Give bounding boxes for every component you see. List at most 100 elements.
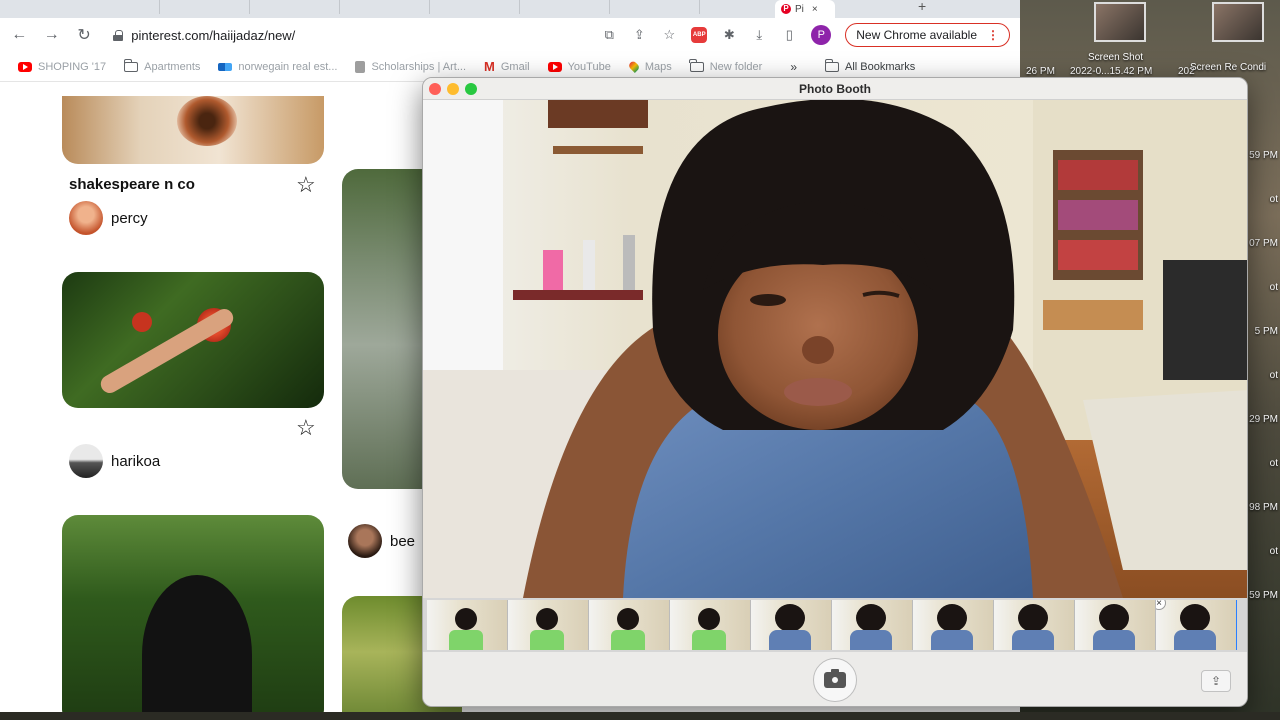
bookmark-star-icon[interactable]: ☆: [661, 27, 677, 43]
window-title: Photo Booth: [799, 81, 871, 96]
bookmark-label: Gmail: [500, 60, 530, 73]
desktop-file-label: ot: [1269, 282, 1278, 293]
bookmark-label: norwegain real est...: [238, 60, 338, 73]
desktop-file-label: ot: [1269, 194, 1278, 205]
blue-bookmark-icon: [218, 62, 233, 71]
photo-booth-window: Photo Booth × ⇪: [422, 77, 1248, 707]
download-icon[interactable]: ⤓: [751, 27, 767, 43]
pin-username: bee: [390, 532, 416, 550]
pinterest-icon: P: [781, 4, 791, 14]
bookmark-icon: [355, 60, 366, 73]
photo-thumbnail[interactable]: [427, 600, 508, 650]
desktop-file-label: ot: [1269, 458, 1278, 469]
photo-thumbnail[interactable]: [508, 600, 589, 650]
bookmark-label: Apartments: [144, 60, 201, 73]
desktop-file-label: 5 PM: [1254, 326, 1278, 337]
photo-thumbnail[interactable]: [994, 600, 1075, 650]
adblock-icon[interactable]: ABP: [691, 27, 708, 43]
photo-thumbnail[interactable]: [670, 600, 751, 650]
bookmark-label: All Bookmarks: [845, 60, 916, 73]
kebab-menu-icon[interactable]: ⋮: [987, 28, 999, 42]
pin-image[interactable]: [62, 515, 324, 712]
bookmark-label: Scholarships | Art...: [371, 60, 467, 73]
photo-thumbnail[interactable]: [832, 600, 913, 650]
photo-booth-controls: ⇪: [423, 652, 1247, 706]
bookmark-label: Maps: [644, 60, 672, 73]
forward-arrow-icon[interactable]: →: [42, 26, 60, 44]
desktop-file-label: 29 PM: [1249, 414, 1278, 425]
desktop-file-thumbnail[interactable]: [1094, 2, 1146, 42]
tab-pinterest[interactable]: P Pi ×: [775, 0, 835, 18]
camera-preview: [423, 100, 1247, 598]
install-app-icon[interactable]: ⧉: [601, 27, 617, 43]
address-bar[interactable]: pinterest.com/haiijadaz/new/: [107, 22, 587, 48]
extensions-icon[interactable]: ✱: [721, 27, 737, 43]
desktop-file-thumbnail[interactable]: [1212, 2, 1264, 42]
pin-user[interactable]: bee: [348, 524, 415, 558]
browser-tab[interactable]: [160, 0, 250, 14]
gmail-icon: M: [484, 59, 495, 74]
pin-user[interactable]: percy: [69, 201, 148, 235]
minimize-window-button[interactable]: [447, 83, 459, 95]
star-icon[interactable]: ☆: [296, 415, 316, 441]
photo-thumbnail[interactable]: [751, 600, 832, 650]
desktop-file-label: Screen Shot: [1088, 52, 1144, 63]
share-icon: ⇪: [1210, 674, 1222, 688]
browser-tab[interactable]: [340, 0, 430, 14]
avatar: [348, 524, 382, 558]
close-icon[interactable]: ×: [812, 4, 818, 15]
all-bookmarks-button[interactable]: All Bookmarks: [824, 58, 916, 73]
new-tab-button[interactable]: +: [918, 0, 926, 13]
take-photo-button[interactable]: [813, 658, 857, 702]
bookmark-item[interactable]: Scholarships | Art...: [355, 60, 467, 73]
pin-image[interactable]: [62, 272, 324, 408]
share-icon[interactable]: ⇪: [631, 27, 647, 43]
desktop-file-label: ot: [1269, 546, 1278, 557]
bookmark-item[interactable]: SHOPING '17: [18, 61, 106, 73]
back-arrow-icon[interactable]: ←: [10, 26, 28, 44]
lock-icon[interactable]: [113, 29, 124, 41]
update-label: New Chrome available: [856, 28, 977, 42]
photo-thumbnail-selected[interactable]: ×: [1156, 600, 1237, 650]
bookmark-item[interactable]: Maps: [627, 59, 672, 74]
desktop-file-label: ot: [1269, 370, 1278, 381]
browser-tab[interactable]: [70, 0, 160, 14]
bookmark-item[interactable]: YouTube: [547, 61, 611, 73]
dock-edge: [0, 712, 1280, 720]
bookmarks-overflow-button[interactable]: »: [790, 60, 797, 74]
desktop-file-label: Screen Re Condi: [1190, 62, 1267, 73]
bookmark-item[interactable]: norwegain real est...: [218, 61, 337, 73]
desktop-file-label: 2022-0...15.42 PM: [1070, 66, 1153, 77]
bookmark-label: SHOPING '17: [38, 60, 107, 73]
pin-image-detail: [142, 575, 252, 712]
bookmark-item[interactable]: New folder: [689, 58, 763, 73]
maximize-window-button[interactable]: [465, 83, 477, 95]
browser-tab[interactable]: [610, 0, 700, 14]
bookmark-label: New folder: [709, 60, 763, 73]
browser-tab[interactable]: [430, 0, 520, 14]
desktop-file-label: 59 PM: [1249, 150, 1278, 161]
browser-tab[interactable]: [520, 0, 610, 14]
photo-thumbnail[interactable]: [1075, 600, 1156, 650]
profile-avatar[interactable]: P: [811, 25, 832, 45]
side-panel-icon[interactable]: ▯: [781, 27, 797, 43]
pin-user[interactable]: harikoa: [69, 444, 160, 478]
url-text: pinterest.com/haiijadaz/new/: [131, 27, 296, 43]
browser-tab[interactable]: [250, 0, 340, 14]
close-window-button[interactable]: [429, 83, 441, 95]
share-button[interactable]: ⇪: [1201, 670, 1231, 692]
photo-thumbnail[interactable]: [913, 600, 994, 650]
star-icon[interactable]: ☆: [296, 172, 316, 198]
tab-strip: P Pi × +: [0, 0, 1020, 18]
update-chrome-button[interactable]: New Chrome available ⋮: [845, 23, 1010, 47]
pin-title[interactable]: shakespeare n co: [69, 176, 195, 193]
window-titlebar[interactable]: Photo Booth: [423, 78, 1247, 100]
maps-icon: [627, 59, 641, 74]
pin-image[interactable]: [62, 96, 324, 164]
bookmark-item[interactable]: M Gmail: [484, 59, 530, 74]
browser-toolbar: ← → ↻ pinterest.com/haiijadaz/new/ ⧉ ⇪ ☆…: [0, 18, 1020, 52]
tab-label: Pi: [795, 3, 804, 15]
bookmark-item[interactable]: Apartments: [123, 58, 201, 73]
photo-thumbnail[interactable]: [589, 600, 670, 650]
reload-icon[interactable]: ↻: [75, 25, 93, 45]
